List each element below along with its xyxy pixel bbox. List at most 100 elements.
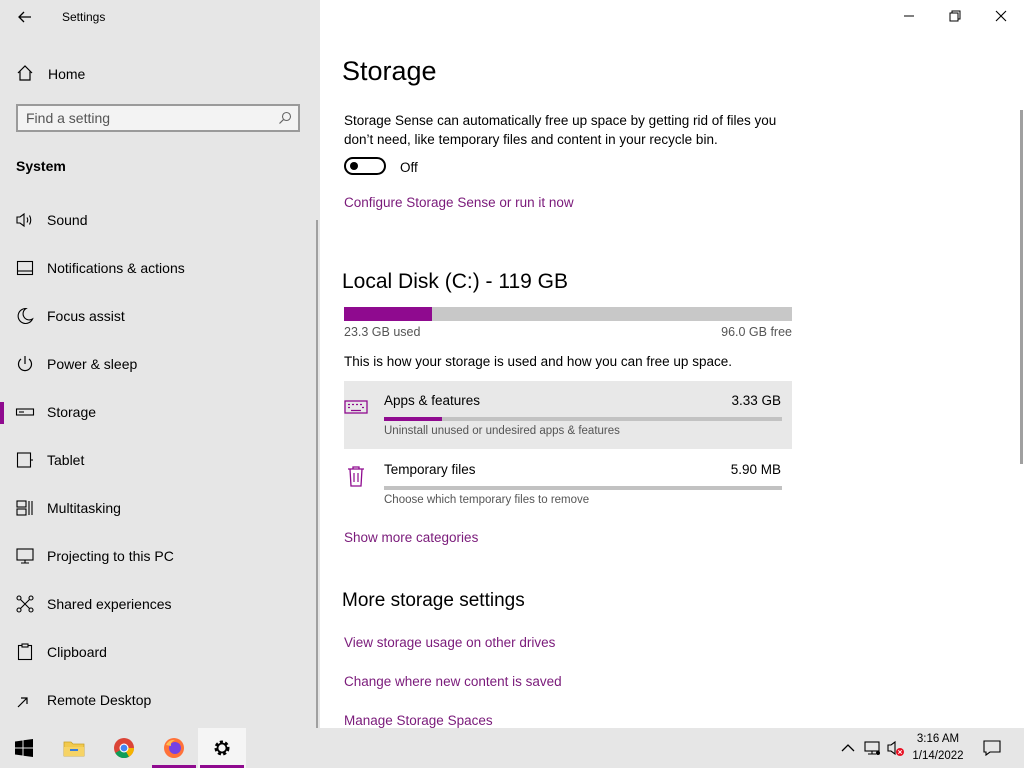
storage-icon: [15, 408, 35, 416]
show-more-categories-link[interactable]: Show more categories: [344, 530, 478, 545]
restore-icon: [949, 10, 961, 22]
taskbar-settings[interactable]: [198, 728, 246, 768]
sidebar-item-label: Projecting to this PC: [47, 548, 174, 564]
usage-description: This is how your storage is used and how…: [344, 354, 732, 369]
sidebar-item-label: Storage: [47, 404, 97, 420]
search-input[interactable]: [26, 109, 266, 127]
multitasking-icon: [16, 500, 33, 516]
category-usage-bar: [384, 486, 782, 490]
sidebar-item-clipboard[interactable]: Clipboard: [0, 628, 318, 676]
sidebar-item-label: Remote Desktop: [47, 692, 152, 708]
projecting-icon: [16, 548, 34, 564]
taskbar-chrome[interactable]: [100, 728, 148, 768]
category-size: 5.90 MB: [730, 462, 781, 477]
sidebar-item-power-sleep[interactable]: Power & sleep: [0, 340, 318, 388]
restore-button[interactable]: [932, 0, 978, 32]
category-usage-bar: [384, 417, 782, 421]
windows-logo-icon: [15, 739, 33, 757]
category-description: Choose which temporary files to remove: [384, 494, 590, 506]
category-apps-features[interactable]: Apps & features 3.33 GB Uninstall unused…: [344, 381, 792, 449]
network-icon[interactable]: [862, 738, 882, 758]
more-storage-settings-heading: More storage settings: [342, 590, 525, 611]
sidebar-item-label: Home: [48, 66, 86, 82]
sidebar-item-sound[interactable]: Sound: [0, 196, 318, 244]
taskbar: 3:16 AM 1/14/2022: [0, 728, 1024, 768]
sidebar-scrollbar[interactable]: [316, 220, 318, 728]
sidebar-item-tablet[interactable]: Tablet: [0, 436, 318, 484]
sidebar-item-projecting[interactable]: Projecting to this PC: [0, 532, 318, 580]
folder-icon: [63, 741, 85, 757]
active-indicator: [0, 402, 4, 424]
search-box[interactable]: [16, 104, 300, 132]
back-arrow-icon: [18, 11, 31, 23]
change-save-location-link[interactable]: Change where new content is saved: [344, 674, 562, 689]
search-icon[interactable]: [278, 111, 292, 125]
disk-usage-fill: [344, 307, 432, 321]
page-title: Storage: [342, 56, 437, 86]
sidebar-item-home[interactable]: Home: [0, 58, 318, 90]
category-usage-fill: [384, 417, 442, 421]
sidebar-item-storage[interactable]: Storage: [0, 388, 318, 436]
speaker-icon: [16, 212, 32, 228]
action-center-icon[interactable]: [982, 738, 1002, 758]
sidebar-item-label: Multitasking: [47, 500, 121, 516]
chevron-up-icon[interactable]: [838, 738, 858, 758]
disk-title: Local Disk (C:) - 119 GB: [342, 270, 569, 293]
keyboard-icon: [344, 400, 368, 414]
disk-used-label: 23.3 GB used: [344, 325, 421, 339]
sidebar: Settings Home System Sound Notifications…: [0, 0, 320, 728]
chrome-icon: [114, 738, 135, 759]
remote-desktop-icon: [17, 697, 28, 708]
tablet-icon: [16, 452, 33, 468]
disk-free-label: 96.0 GB free: [721, 325, 792, 339]
back-button[interactable]: [14, 6, 36, 28]
sidebar-nav: Sound Notifications & actions Focus assi…: [0, 196, 318, 724]
sidebar-item-notifications[interactable]: Notifications & actions: [0, 244, 318, 292]
shared-experiences-icon: [16, 595, 34, 613]
main-content: Storage Storage Sense can automatically …: [320, 0, 1024, 728]
sidebar-item-label: Power & sleep: [47, 356, 138, 372]
clock-date: 1/14/2022: [912, 750, 964, 762]
taskbar-file-explorer[interactable]: [50, 728, 98, 768]
close-button[interactable]: [978, 0, 1024, 32]
view-other-drives-link[interactable]: View storage usage on other drives: [344, 635, 555, 650]
disk-usage-bar: [344, 307, 792, 321]
category-description: Uninstall unused or undesired apps & fea…: [384, 425, 620, 437]
storage-sense-toggle[interactable]: [344, 157, 386, 175]
taskbar-firefox[interactable]: [150, 728, 198, 768]
category-name: Temporary files: [384, 462, 476, 477]
sidebar-item-focus-assist[interactable]: Focus assist: [0, 292, 318, 340]
minimize-button[interactable]: [886, 0, 932, 32]
category-size: 3.33 GB: [731, 393, 781, 408]
power-icon: [17, 356, 33, 372]
sidebar-item-label: Focus assist: [47, 308, 125, 324]
close-icon: [995, 10, 1007, 22]
notification-icon: [16, 260, 34, 276]
minimize-icon: [904, 15, 914, 17]
trash-icon: [348, 466, 364, 487]
start-button[interactable]: [0, 728, 48, 768]
system-clock[interactable]: 3:16 AM 1/14/2022: [900, 731, 976, 765]
sidebar-item-label: Shared experiences: [47, 596, 172, 612]
firefox-icon: [164, 738, 184, 758]
configure-storage-sense-link[interactable]: Configure Storage Sense or run it now: [344, 195, 574, 210]
sidebar-item-shared-experiences[interactable]: Shared experiences: [0, 580, 318, 628]
home-icon: [17, 65, 33, 81]
section-heading: System: [16, 158, 66, 174]
sidebar-item-label: Sound: [47, 212, 88, 228]
manage-storage-spaces-link[interactable]: Manage Storage Spaces: [344, 713, 493, 728]
sidebar-item-label: Tablet: [47, 452, 85, 468]
sidebar-item-label: Notifications & actions: [47, 260, 185, 276]
clock-time: 3:16 AM: [916, 733, 960, 745]
clipboard-icon: [17, 643, 33, 661]
sidebar-item-multitasking[interactable]: Multitasking: [0, 484, 318, 532]
category-name: Apps & features: [384, 393, 481, 408]
sidebar-item-label: Clipboard: [47, 644, 107, 660]
main-scrollbar[interactable]: [1020, 110, 1023, 464]
toggle-knob: [350, 162, 358, 170]
moon-icon: [17, 307, 34, 325]
toggle-state-label: Off: [400, 160, 418, 175]
window-title: Settings: [62, 10, 106, 24]
category-temporary-files[interactable]: Temporary files 5.90 MB Choose which tem…: [344, 450, 792, 518]
sidebar-item-remote-desktop[interactable]: Remote Desktop: [0, 676, 318, 724]
